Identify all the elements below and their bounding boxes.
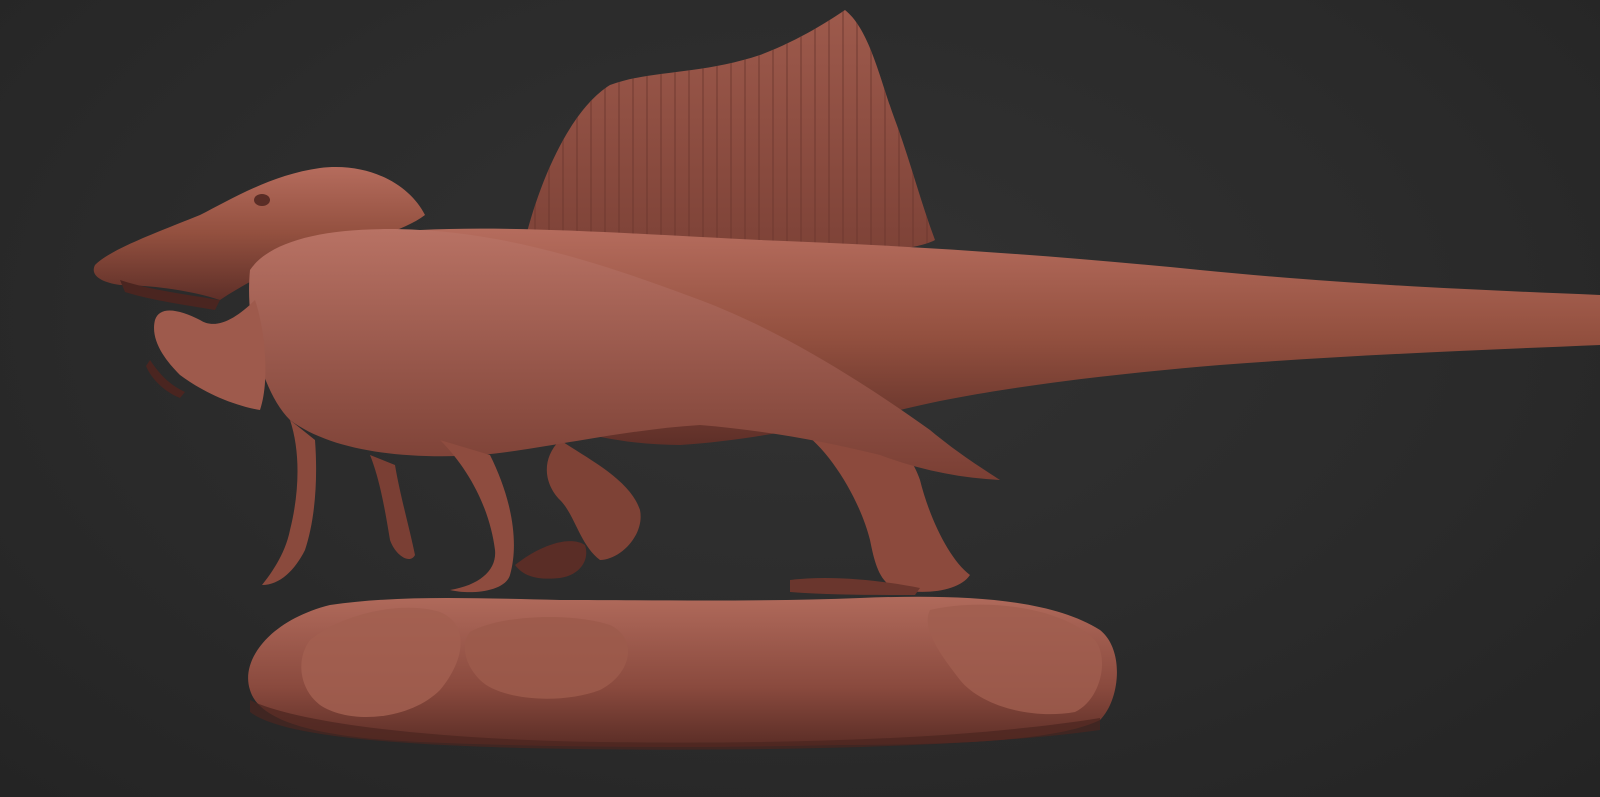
spinosaurus-sail <box>525 10 935 255</box>
sculpt-render <box>93 10 1600 750</box>
viewport[interactable] <box>0 0 1600 797</box>
rock-base <box>248 596 1117 750</box>
